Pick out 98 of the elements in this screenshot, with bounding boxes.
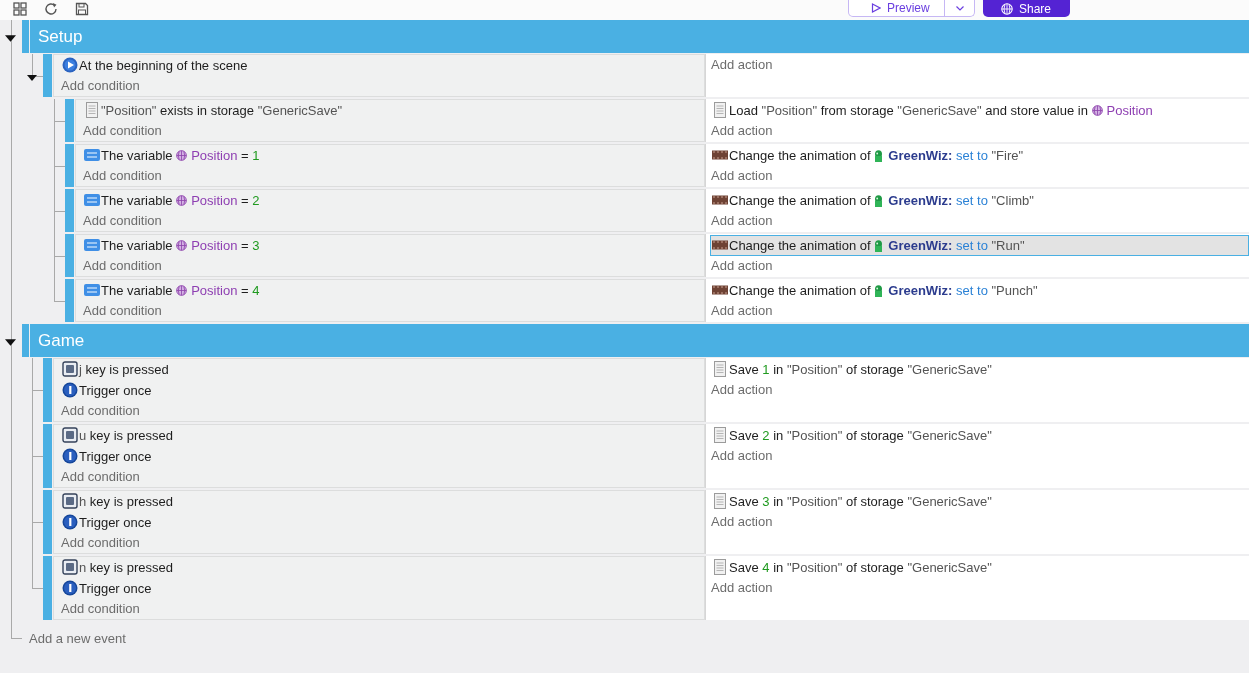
event-handle[interactable] — [43, 54, 52, 97]
play-circle-icon — [62, 57, 78, 73]
sprite-icon — [874, 240, 884, 252]
preview-menu-button[interactable] — [945, 0, 975, 17]
event-handle[interactable] — [43, 358, 52, 422]
condition-row[interactable]: The variable Position = 3 — [82, 235, 704, 256]
condition-row[interactable]: Trigger once — [60, 578, 704, 599]
variable-icon — [84, 237, 100, 253]
grid-icon[interactable] — [13, 2, 27, 16]
caret-icon — [955, 5, 964, 11]
sprite-icon — [874, 195, 884, 207]
add-action-link[interactable]: Add action — [710, 211, 773, 231]
add-action-link[interactable]: Add action — [710, 301, 773, 321]
add-condition-link[interactable]: Add condition — [82, 301, 162, 321]
add-condition-link[interactable]: Add condition — [60, 599, 140, 619]
add-action-link[interactable]: Add action — [710, 256, 773, 276]
keyboard-key-icon — [62, 427, 78, 443]
add-condition-link[interactable]: Add condition — [82, 121, 162, 141]
event-handle[interactable] — [43, 490, 52, 554]
condition-row[interactable]: n key is pressed — [60, 557, 704, 578]
variable-icon — [84, 282, 100, 298]
add-event-link[interactable]: Add a new event — [29, 629, 126, 649]
event-handle[interactable] — [65, 144, 74, 187]
add-condition-link[interactable]: Add condition — [60, 76, 140, 96]
variable-icon — [84, 147, 100, 163]
sprite-icon — [874, 150, 884, 162]
add-action-link[interactable]: Add action — [710, 55, 773, 75]
keyboard-key-icon — [62, 361, 78, 377]
action-row[interactable]: Change the animation of GreenWiz: set to "Run" — [710, 235, 1249, 256]
add-condition-link[interactable]: Add condition — [60, 533, 140, 553]
condition-row[interactable]: "Position" exists in storage "GenericSave" — [82, 100, 704, 121]
sprite-icon — [874, 285, 884, 297]
disc-icon — [62, 580, 78, 596]
condition-row[interactable]: Trigger once — [60, 446, 704, 467]
globe-icon — [176, 150, 188, 161]
condition-row[interactable]: h key is pressed — [60, 491, 704, 512]
group-handle[interactable] — [22, 20, 29, 53]
action-row[interactable]: Save 1 in "Position" of storage "GenericSave" — [710, 359, 1249, 380]
event-handle[interactable] — [43, 424, 52, 488]
condition-row[interactable]: The variable Position = 4 — [82, 280, 704, 301]
event-handle[interactable] — [43, 556, 52, 620]
condition-row[interactable]: j key is pressed — [60, 359, 704, 380]
add-condition-link[interactable]: Add condition — [82, 166, 162, 186]
globe-icon — [1001, 2, 1013, 15]
document-icon — [712, 361, 728, 377]
disc-icon — [62, 514, 78, 530]
document-icon — [712, 559, 728, 575]
globe-icon — [176, 195, 188, 206]
action-row[interactable]: Save 3 in "Position" of storage "GenericSave" — [710, 491, 1249, 512]
refresh-icon[interactable] — [44, 2, 58, 16]
add-condition-link[interactable]: Add condition — [82, 256, 162, 276]
expand-arrow-icon[interactable] — [5, 33, 16, 44]
group-handle[interactable] — [22, 324, 29, 357]
add-action-link[interactable]: Add action — [710, 380, 773, 400]
keyboard-key-icon — [62, 559, 78, 575]
preview-button[interactable]: Preview — [848, 0, 945, 17]
condition-row[interactable]: The variable Position = 1 — [82, 145, 704, 166]
condition-row[interactable]: At the beginning of the scene — [60, 55, 704, 76]
document-icon — [712, 102, 728, 118]
document-icon — [712, 427, 728, 443]
condition-row[interactable]: u key is pressed — [60, 425, 704, 446]
event-handle[interactable] — [65, 279, 74, 322]
condition-row[interactable]: Trigger once — [60, 512, 704, 533]
globe-icon — [176, 285, 188, 296]
globe-icon — [1091, 105, 1103, 116]
group-title: Setup — [38, 26, 83, 47]
condition-row[interactable]: Trigger once — [60, 380, 704, 401]
disc-icon — [62, 382, 78, 398]
document-icon — [712, 493, 728, 509]
add-condition-link[interactable]: Add condition — [60, 401, 140, 421]
share-button[interactable]: Share — [983, 0, 1070, 17]
add-condition-link[interactable]: Add condition — [82, 211, 162, 231]
globe-icon — [176, 240, 188, 251]
add-action-link[interactable]: Add action — [710, 446, 773, 466]
group-title: Game — [38, 330, 85, 351]
expand-arrow-icon[interactable] — [27, 72, 37, 83]
add-action-link[interactable]: Add action — [710, 121, 773, 141]
add-action-link[interactable]: Add action — [710, 166, 773, 186]
add-condition-link[interactable]: Add condition — [60, 467, 140, 487]
keyboard-key-icon — [62, 493, 78, 509]
add-action-link[interactable]: Add action — [710, 512, 773, 532]
play-icon — [871, 3, 881, 13]
action-row[interactable]: Save 4 in "Position" of storage "GenericSave" — [710, 557, 1249, 578]
disc-icon — [62, 448, 78, 464]
action-row[interactable]: Change the animation of GreenWiz: set to "Climb" — [710, 190, 1249, 211]
action-row[interactable]: Change the animation of GreenWiz: set to "Punch" — [710, 280, 1249, 301]
variable-icon — [84, 192, 100, 208]
condition-row[interactable]: The variable Position = 2 — [82, 190, 704, 211]
action-row[interactable]: Load "Position" from storage "GenericSave" and store value in Position — [710, 100, 1249, 121]
action-row[interactable]: Change the animation of GreenWiz: set to "Fire" — [710, 145, 1249, 166]
expand-arrow-icon[interactable] — [5, 337, 16, 348]
save-icon[interactable] — [75, 2, 89, 16]
add-action-link[interactable]: Add action — [710, 578, 773, 598]
event-handle[interactable] — [65, 234, 74, 277]
event-handle[interactable] — [65, 99, 74, 142]
action-row[interactable]: Save 2 in "Position" of storage "GenericSave" — [710, 425, 1249, 446]
event-handle[interactable] — [65, 189, 74, 232]
document-icon — [84, 102, 100, 118]
